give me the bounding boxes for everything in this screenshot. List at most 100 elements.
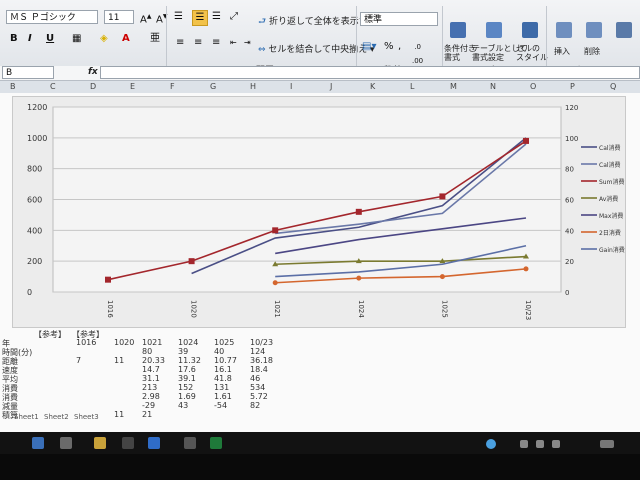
- font-name-select[interactable]: ＭＳ Ｐゴシック: [6, 10, 98, 24]
- table-cell[interactable]: 31.1: [142, 374, 160, 383]
- table-cell[interactable]: 39.1: [178, 374, 196, 383]
- column-header[interactable]: E: [130, 82, 135, 91]
- table-cell[interactable]: 17.6: [178, 365, 196, 374]
- table-cell[interactable]: 1025: [214, 338, 234, 347]
- align-left-icon[interactable]: ≡: [176, 36, 184, 50]
- table-format-icon[interactable]: [486, 22, 502, 38]
- table-cell[interactable]: 213: [142, 383, 157, 392]
- table-cell[interactable]: -29: [142, 401, 155, 410]
- column-header[interactable]: K: [370, 82, 375, 91]
- table-cell[interactable]: 1016: [76, 338, 96, 347]
- column-header[interactable]: Q: [610, 82, 616, 91]
- explorer-icon[interactable]: [94, 437, 106, 449]
- font-color-icon[interactable]: A: [122, 32, 130, 46]
- taskbar-app-icon[interactable]: [60, 437, 72, 449]
- table-header-cell[interactable]: 【参考】: [34, 329, 66, 340]
- column-header[interactable]: G: [210, 82, 216, 91]
- align-middle-icon[interactable]: ☰: [192, 10, 208, 26]
- align-center-icon[interactable]: ≡: [194, 36, 202, 50]
- table-cell[interactable]: 40: [214, 347, 224, 356]
- table-cell[interactable]: 39: [178, 347, 188, 356]
- table-cell[interactable]: 11.32: [178, 356, 201, 365]
- table-cell[interactable]: 7: [76, 356, 81, 365]
- currency-icon[interactable]: ▤▾: [362, 40, 376, 54]
- insert-cells-icon[interactable]: [556, 22, 572, 38]
- table-cell[interactable]: 2.98: [142, 392, 160, 401]
- table-cell[interactable]: 1.61: [214, 392, 232, 401]
- table-cell[interactable]: 152: [178, 383, 193, 392]
- align-top-icon[interactable]: ☰: [174, 10, 183, 24]
- excel-taskbar-icon[interactable]: [210, 437, 222, 449]
- decrease-indent-icon[interactable]: ⇤: [230, 36, 237, 50]
- merge-center-button[interactable]: ⇔ セルを結合して中央揃え ▾: [258, 42, 375, 55]
- conditional-format-icon[interactable]: [450, 22, 466, 38]
- column-header[interactable]: P: [570, 82, 575, 91]
- tray-icon[interactable]: [486, 439, 496, 449]
- table-cell[interactable]: -54: [214, 401, 227, 410]
- table-cell[interactable]: 131: [214, 383, 229, 392]
- browser-icon[interactable]: [148, 437, 160, 449]
- phonetic-icon[interactable]: 亜: [150, 32, 160, 46]
- sheet-tab-1[interactable]: Sheet1: [14, 413, 39, 421]
- underline-button[interactable]: U: [46, 32, 54, 46]
- cell-style-button[interactable]: セルの スタイル: [516, 44, 548, 62]
- italic-button[interactable]: I: [28, 32, 32, 46]
- table-cell[interactable]: 36.18: [250, 356, 273, 365]
- delete-button[interactable]: 削除: [584, 46, 600, 57]
- table-cell[interactable]: 124: [250, 347, 265, 356]
- taskbar-app-icon[interactable]: [184, 437, 196, 449]
- table-cell[interactable]: 41.8: [214, 374, 232, 383]
- table-cell[interactable]: 46: [250, 374, 260, 383]
- align-right-icon[interactable]: ≡: [212, 36, 220, 50]
- column-header[interactable]: L: [410, 82, 414, 91]
- font-size-select[interactable]: 11: [104, 10, 134, 24]
- table-cell[interactable]: 5.72: [250, 392, 268, 401]
- border-icon[interactable]: ▦: [72, 32, 81, 46]
- column-header[interactable]: B: [10, 82, 16, 91]
- table-cell[interactable]: 82: [250, 401, 260, 410]
- orientation-icon[interactable]: ⤢: [230, 10, 238, 24]
- table-cell[interactable]: 10.77: [214, 356, 237, 365]
- table-cell[interactable]: 1024: [178, 338, 198, 347]
- column-header[interactable]: C: [50, 82, 56, 91]
- format-cells-icon[interactable]: [616, 22, 632, 38]
- insert-button[interactable]: 挿入: [554, 46, 570, 57]
- column-header[interactable]: M: [450, 82, 457, 91]
- table-cell[interactable]: 1020: [114, 338, 134, 347]
- table-cell[interactable]: 16.1: [214, 365, 232, 374]
- table-cell[interactable]: 18.4: [250, 365, 268, 374]
- table-cell[interactable]: 1.69: [178, 392, 196, 401]
- table-cell[interactable]: 534: [250, 383, 265, 392]
- column-header[interactable]: H: [250, 82, 256, 91]
- clock[interactable]: [600, 440, 614, 448]
- fill-color-icon[interactable]: ◈: [100, 32, 108, 46]
- tray-icon[interactable]: [536, 440, 544, 448]
- comma-icon[interactable]: ,: [398, 40, 401, 54]
- sheet-tab-3[interactable]: Sheet3: [74, 413, 99, 421]
- delete-cells-icon[interactable]: [586, 22, 602, 38]
- grow-font-icon[interactable]: A▲: [140, 10, 151, 27]
- table-cell[interactable]: 20.33: [142, 356, 165, 365]
- sheet-tab-2[interactable]: Sheet2: [44, 413, 69, 421]
- bold-button[interactable]: B: [10, 32, 18, 46]
- fx-icon[interactable]: fx: [88, 67, 98, 77]
- column-header[interactable]: N: [490, 82, 496, 91]
- column-header[interactable]: I: [290, 82, 292, 91]
- tray-icon[interactable]: [520, 440, 528, 448]
- formula-input[interactable]: [100, 66, 640, 79]
- table-cell[interactable]: 43: [178, 401, 188, 410]
- column-header[interactable]: F: [170, 82, 175, 91]
- table-cell[interactable]: 80: [142, 347, 152, 356]
- volume-icon[interactable]: [552, 440, 560, 448]
- table-cell[interactable]: 11: [114, 356, 124, 365]
- column-header[interactable]: D: [90, 82, 96, 91]
- table-cell[interactable]: 1021: [142, 338, 162, 347]
- line-chart[interactable]: 0 200 400 600 800 1000 1200 0 20 40 60 80 100 120 1016…: [12, 96, 626, 328]
- align-bottom-icon[interactable]: ☰: [212, 10, 221, 24]
- start-icon[interactable]: [32, 437, 44, 449]
- column-header[interactable]: O: [530, 82, 536, 91]
- table-cell[interactable]: 14.7: [142, 365, 160, 374]
- percent-icon[interactable]: %: [384, 40, 394, 54]
- wrap-text-button[interactable]: ⮐ 折り返して全体を表示する: [258, 14, 377, 30]
- increase-decimal-icon[interactable]: .0.00: [412, 40, 423, 68]
